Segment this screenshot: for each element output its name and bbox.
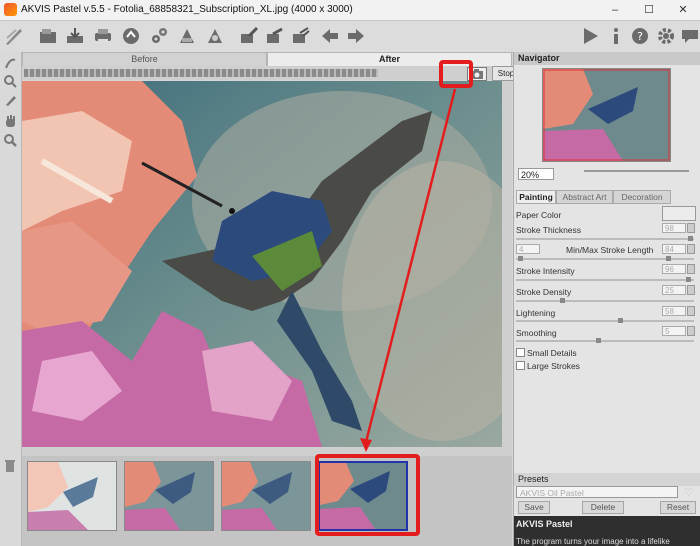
annotation-arrow [360,88,457,452]
